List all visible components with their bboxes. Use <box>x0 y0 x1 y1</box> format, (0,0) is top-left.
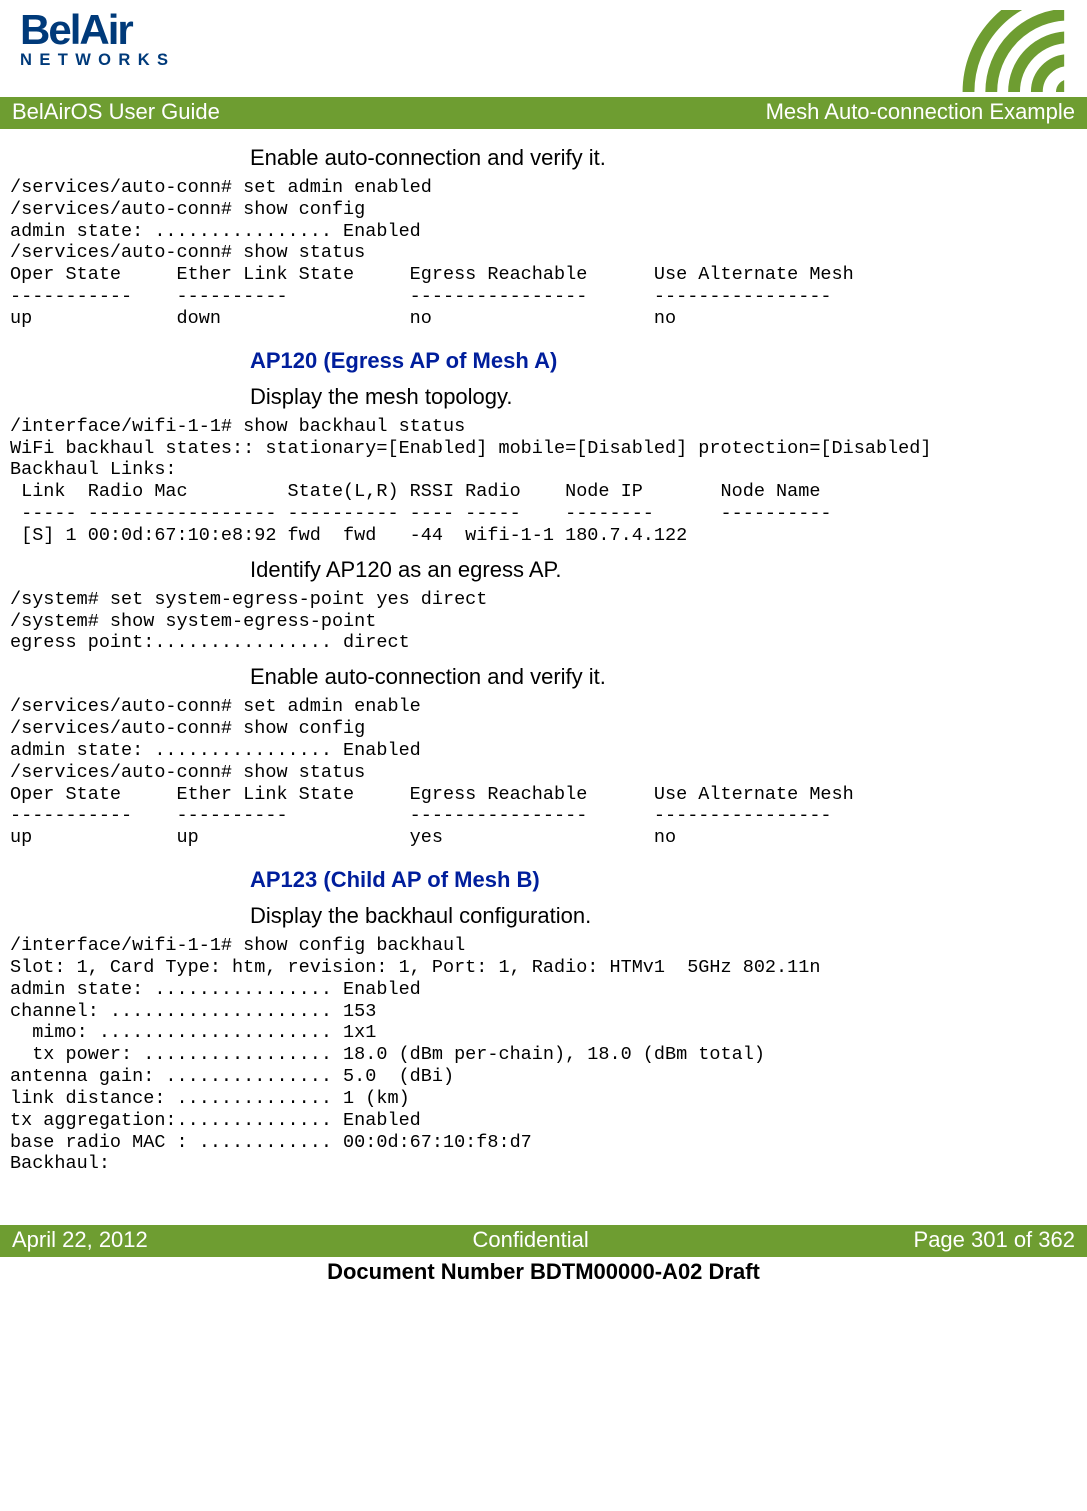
doc-title: BelAirOS User Guide <box>12 99 220 125</box>
terminal-output: /services/auto-conn# set admin enable /s… <box>10 696 1087 849</box>
footer-conf: Confidential <box>473 1227 589 1253</box>
title-bar: BelAirOS User Guide Mesh Auto-connection… <box>0 97 1087 129</box>
document-number: Document Number BDTM00000-A02 Draft <box>0 1257 1087 1285</box>
logo-text-bottom: NETWORKS <box>20 51 195 70</box>
footer-page: Page 301 of 362 <box>914 1227 1075 1253</box>
step-heading: Enable auto-connection and verify it. <box>250 139 1087 175</box>
section-title: Mesh Auto-connection Example <box>766 99 1075 125</box>
step-heading: Identify AP120 as an egress AP. <box>250 551 1087 587</box>
terminal-output: /interface/wifi-1-1# show config backhau… <box>10 935 1087 1175</box>
terminal-output: /services/auto-conn# set admin enabled /… <box>10 177 1087 330</box>
belair-logo: BelAir NETWORKS <box>20 10 195 70</box>
page: BelAir NETWORKS <box>0 0 1087 1285</box>
footer-date: April 22, 2012 <box>12 1227 148 1253</box>
terminal-output: /interface/wifi-1-1# show backhaul statu… <box>10 416 1087 547</box>
terminal-output: /system# set system-egress-point yes dir… <box>10 589 1087 654</box>
logo-text-top: BelAir <box>20 10 195 50</box>
step-heading: Enable auto-connection and verify it. <box>250 658 1087 694</box>
section-heading: AP123 (Child AP of Mesh B) <box>250 853 1087 897</box>
content: Enable auto-connection and verify it. /s… <box>0 129 1087 1175</box>
section-heading: AP120 (Egress AP of Mesh A) <box>250 334 1087 378</box>
step-heading: Display the mesh topology. <box>250 378 1087 414</box>
step-heading: Display the backhaul configuration. <box>250 897 1087 933</box>
signal-icon <box>952 10 1067 92</box>
footer-bar: April 22, 2012 Confidential Page 301 of … <box>0 1225 1087 1257</box>
header: BelAir NETWORKS <box>0 10 1087 97</box>
